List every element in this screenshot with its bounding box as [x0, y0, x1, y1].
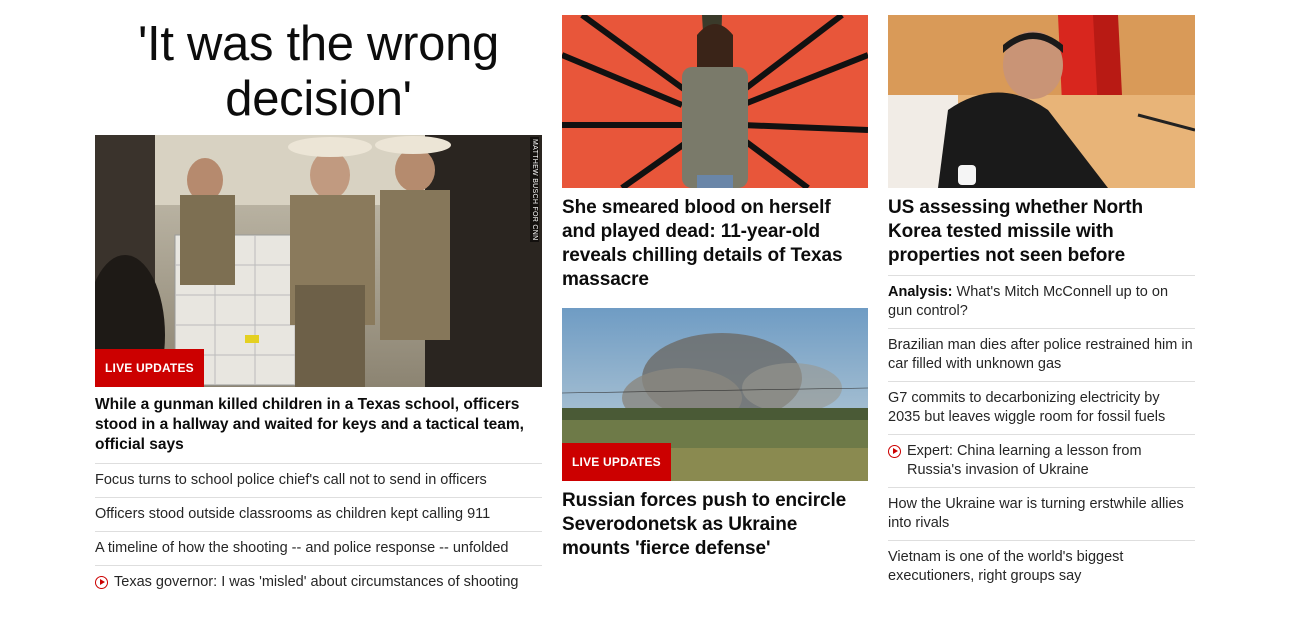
- related-video-link[interactable]: Texas governor: I was 'misled' about cir…: [95, 565, 542, 599]
- related-link[interactable]: Brazilian man dies after police restrain…: [888, 328, 1195, 381]
- lead-column: 'It was the wrong decision' MATTHEW BUSC…: [95, 0, 542, 599]
- related-link[interactable]: Focus turns to school police chief's cal…: [95, 463, 542, 497]
- lead-banner-headline[interactable]: 'It was the wrong decision': [95, 17, 542, 135]
- video-play-icon: [95, 576, 108, 589]
- related-link[interactable]: A timeline of how the shooting -- and po…: [95, 531, 542, 565]
- story-image-north-korea[interactable]: [888, 15, 1195, 188]
- video-play-icon: [888, 445, 901, 458]
- link-text: Brazilian man dies after police restrain…: [888, 337, 1193, 372]
- middle-column: She smeared blood on herself and played …: [562, 15, 868, 561]
- link-text: Texas governor: I was 'misled' about cir…: [114, 574, 519, 590]
- related-link[interactable]: Analysis: What's Mitch McConnell up to o…: [888, 275, 1195, 328]
- story-image-uvalde-survivor[interactable]: [562, 15, 868, 188]
- story-title-north-korea[interactable]: US assessing whether North Korea tested …: [888, 196, 1195, 268]
- right-column: US assessing whether North Korea tested …: [888, 15, 1195, 593]
- related-link[interactable]: How the Ukraine war is turning erstwhile…: [888, 487, 1195, 540]
- related-link[interactable]: Vietnam is one of the world's biggest ex…: [888, 540, 1195, 593]
- link-text: A timeline of how the shooting -- and po…: [95, 540, 509, 556]
- link-text: Focus turns to school police chief's cal…: [95, 472, 487, 488]
- link-text: Expert: China learning a lesson from Rus…: [907, 443, 1142, 478]
- analysis-kicker: Analysis:: [888, 284, 953, 300]
- lead-story-title[interactable]: While a gunman killed children in a Texa…: [95, 395, 542, 455]
- lead-story-image[interactable]: MATTHEW BUSCH FOR CNN LIVE UPDATES: [95, 135, 542, 387]
- link-text: Analysis: What's Mitch McConnell up to o…: [888, 283, 1195, 321]
- story-title-ukraine[interactable]: Russian forces push to encircle Severodo…: [562, 489, 868, 561]
- photo-credit: MATTHEW BUSCH FOR CNN: [530, 137, 539, 243]
- link-text: Vietnam is one of the world's biggest ex…: [888, 549, 1124, 584]
- kim-press-photo: [888, 15, 1195, 188]
- lead-related-links: Focus turns to school police chief's cal…: [95, 463, 542, 599]
- related-video-link[interactable]: Expert: China learning a lesson from Rus…: [888, 434, 1195, 487]
- link-text: How the Ukraine war is turning erstwhile…: [888, 496, 1184, 531]
- link-text: Officers stood outside classrooms as chi…: [95, 506, 491, 522]
- related-link[interactable]: Officers stood outside classrooms as chi…: [95, 497, 542, 531]
- butterfly-mural-photo: [562, 15, 868, 188]
- live-updates-badge[interactable]: LIVE UPDATES: [562, 443, 671, 481]
- link-text: G7 commits to decarbonizing electricity …: [888, 390, 1166, 425]
- live-updates-badge[interactable]: LIVE UPDATES: [95, 349, 204, 387]
- story-title-uvalde-survivor[interactable]: She smeared blood on herself and played …: [562, 196, 868, 292]
- right-related-links: Analysis: What's Mitch McConnell up to o…: [888, 275, 1195, 593]
- related-link[interactable]: G7 commits to decarbonizing electricity …: [888, 381, 1195, 434]
- story-image-ukraine[interactable]: LIVE UPDATES: [562, 308, 868, 481]
